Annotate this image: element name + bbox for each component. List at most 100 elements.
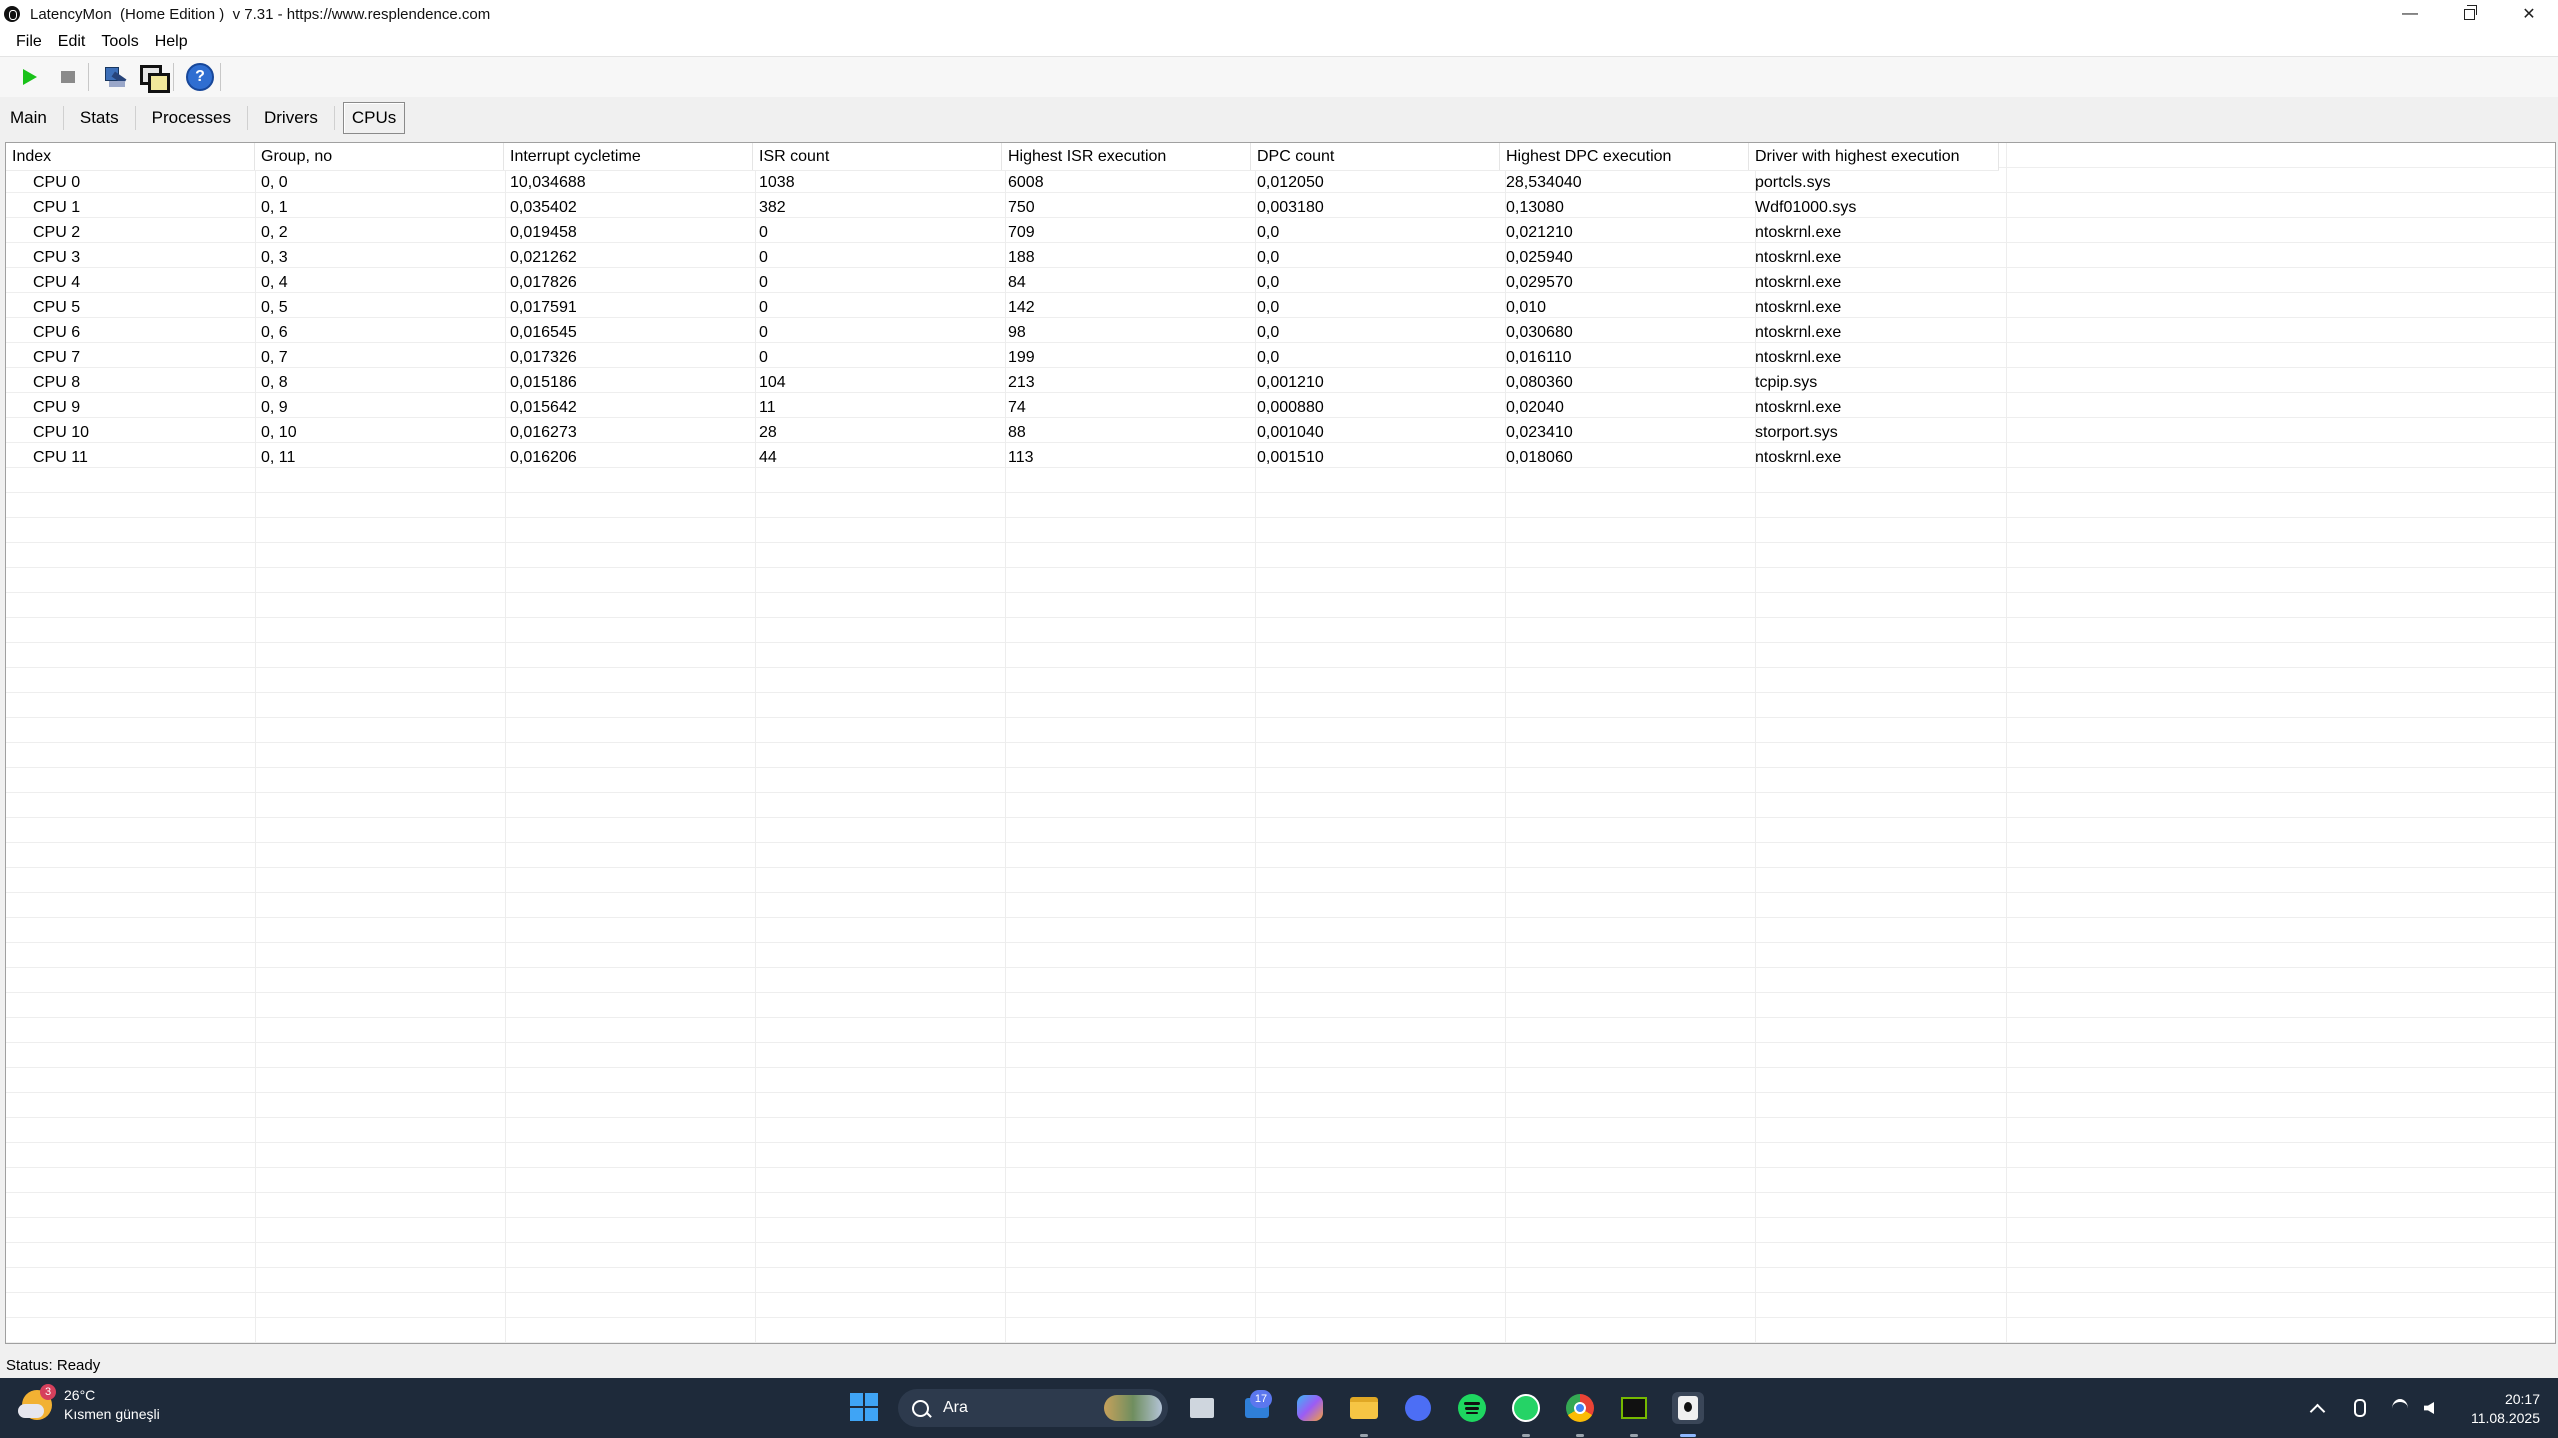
nvidia-button[interactable] bbox=[1618, 1392, 1650, 1424]
copilot-button[interactable] bbox=[1294, 1392, 1326, 1424]
menu-help[interactable]: Help bbox=[151, 33, 192, 51]
running-indicator bbox=[1522, 1434, 1530, 1437]
table-row[interactable]: CPU 11 0, 11 0,016206 44 113 0,001510 0,018060… bbox=[6, 445, 1999, 470]
column-header[interactable]: ISR count bbox=[753, 143, 1002, 170]
table-row[interactable]: CPU 6 0, 6 0,016545 0 98 0,0 0,030680 ntoskrnl.… bbox=[6, 320, 1999, 345]
table-cell: CPU 11 bbox=[33, 449, 88, 466]
table-cell: 0,016545 bbox=[510, 324, 577, 341]
table-cell: 0, 2 bbox=[261, 224, 288, 241]
tab-drivers[interactable]: Drivers bbox=[256, 103, 326, 133]
nvidia-icon bbox=[1621, 1397, 1647, 1419]
menu-tools[interactable]: Tools bbox=[97, 33, 142, 51]
table-cell: 0, 9 bbox=[261, 399, 288, 416]
column-header[interactable]: Group, no bbox=[255, 143, 504, 170]
table-cell: ntoskrnl.exe bbox=[1755, 224, 1842, 241]
table-cell: Wdf01000.sys bbox=[1755, 199, 1857, 216]
spotify-button[interactable] bbox=[1456, 1392, 1488, 1424]
help-button[interactable]: ? bbox=[184, 61, 216, 93]
table-row[interactable]: CPU 1 0, 1 0,035402 382 750 0,003180 0,13080 Wd… bbox=[6, 195, 1999, 220]
start-button[interactable] bbox=[849, 1392, 881, 1424]
table-cell: 0,001510 bbox=[1257, 449, 1324, 466]
table-cell: 28,534040 bbox=[1506, 174, 1582, 191]
toolbar-separator bbox=[173, 63, 174, 91]
table-cell: 0,021262 bbox=[510, 249, 577, 266]
table-cell: CPU 5 bbox=[33, 299, 81, 316]
table-cell: 0,0 bbox=[1257, 299, 1280, 316]
latencymon-icon bbox=[1678, 1396, 1698, 1420]
windows-button[interactable] bbox=[137, 61, 170, 93]
whatsapp-button[interactable] bbox=[1510, 1392, 1542, 1424]
table-cell: 0,016206 bbox=[510, 449, 577, 466]
cpu-table[interactable]: Index Group, no Interrupt cycletime ISR cou… bbox=[5, 142, 2556, 1344]
chevron-up-icon bbox=[2309, 1403, 2326, 1419]
table-cell: 88 bbox=[1008, 424, 1026, 441]
menu-bar: File Edit Tools Help bbox=[0, 28, 2558, 57]
tab-stats[interactable]: Stats bbox=[72, 103, 127, 133]
column-header[interactable]: DPC count bbox=[1251, 143, 1500, 170]
chrome-button[interactable] bbox=[1564, 1392, 1596, 1424]
window-title: LatencyMon (Home Edition ) v 7.31 - http… bbox=[30, 5, 491, 23]
title-bar: LatencyMon (Home Edition ) v 7.31 - http… bbox=[0, 0, 2558, 28]
table-cell: portcls.sys bbox=[1755, 174, 1831, 191]
stop-icon bbox=[61, 71, 75, 83]
status-text: Status: Ready bbox=[6, 1356, 101, 1374]
table-cell: 750 bbox=[1008, 199, 1035, 216]
task-view-button[interactable] bbox=[1186, 1392, 1218, 1424]
whatsapp-icon bbox=[1512, 1394, 1540, 1422]
clock-date: 11.08.2025 bbox=[2470, 1410, 2540, 1426]
table-cell: ntoskrnl.exe bbox=[1755, 324, 1842, 341]
spotify-icon bbox=[1458, 1394, 1486, 1422]
table-row[interactable]: CPU 0 0, 0 10,034688 1038 6008 0,012050 28,534… bbox=[6, 170, 1999, 195]
start-button[interactable] bbox=[14, 61, 46, 93]
table-row[interactable]: CPU 3 0, 3 0,021262 0 188 0,0 0,025940 ntoskrnl… bbox=[6, 245, 1999, 270]
microphone-button[interactable] bbox=[2354, 1378, 2366, 1438]
column-header[interactable]: Highest ISR execution bbox=[1002, 143, 1251, 170]
table-cell: 0, 5 bbox=[261, 299, 288, 316]
network-button[interactable] bbox=[2392, 1378, 2408, 1438]
play-icon bbox=[23, 69, 37, 85]
table-cell: 0,030680 bbox=[1506, 324, 1573, 341]
table-row[interactable]: CPU 7 0, 7 0,017326 0 199 0,0 0,016110 ntoskrnl… bbox=[6, 345, 1999, 370]
search-placeholder: Ara bbox=[943, 1399, 968, 1416]
column-header[interactable]: Highest DPC execution bbox=[1500, 143, 1749, 170]
weather-widget[interactable]: 3 26°C Kısmen güneşli bbox=[18, 1384, 160, 1424]
table-cell: CPU 8 bbox=[33, 374, 81, 391]
column-header[interactable]: Index bbox=[6, 143, 255, 170]
taskbar-search[interactable]: Ara bbox=[898, 1389, 1168, 1427]
table-cell: 0,02040 bbox=[1506, 399, 1564, 416]
menu-edit[interactable]: Edit bbox=[54, 33, 90, 51]
help-icon: ? bbox=[186, 63, 214, 91]
file-explorer-button[interactable] bbox=[1348, 1392, 1380, 1424]
stop-button[interactable] bbox=[52, 61, 84, 93]
taskbar-clock[interactable]: 20:17 11.08.2025 bbox=[2471, 1390, 2540, 1428]
close-button[interactable]: ✕ bbox=[2500, 0, 2558, 28]
show-hidden-icons-button[interactable] bbox=[2309, 1378, 2326, 1438]
latencymon-taskbar-button[interactable] bbox=[1672, 1392, 1704, 1424]
tab-strip: Main Stats Processes Drivers CPUs bbox=[0, 100, 2558, 136]
table-row[interactable]: CPU 9 0, 9 0,015642 11 74 0,000880 0,02040 ntos… bbox=[6, 395, 1999, 420]
select-target-icon bbox=[103, 65, 127, 89]
tab-cpus[interactable]: CPUs bbox=[342, 102, 406, 134]
menu-file[interactable]: File bbox=[12, 33, 46, 51]
table-row[interactable]: CPU 10 0, 10 0,016273 28 88 0,001040 0,023410 s… bbox=[6, 420, 1999, 445]
tab-processes[interactable]: Processes bbox=[144, 103, 239, 133]
restore-button[interactable] bbox=[2440, 0, 2498, 28]
table-row[interactable]: CPU 2 0, 2 0,019458 0 709 0,0 0,021210 ntoskrnl… bbox=[6, 220, 1999, 245]
tab-main[interactable]: Main bbox=[2, 103, 55, 133]
table-cell: CPU 0 bbox=[33, 174, 81, 191]
table-cell: 11 bbox=[759, 399, 776, 416]
table-row[interactable]: CPU 4 0, 4 0,017826 0 84 0,0 0,029570 ntoskrnl.… bbox=[6, 270, 1999, 295]
table-cell: 0 bbox=[759, 249, 768, 266]
column-header[interactable]: Interrupt cycletime bbox=[504, 143, 753, 170]
table-row[interactable]: CPU 5 0, 5 0,017591 0 142 0,0 0,010 ntoskrnl.ex… bbox=[6, 295, 1999, 320]
select-target-button[interactable] bbox=[99, 61, 131, 93]
minimize-button[interactable]: — bbox=[2381, 0, 2439, 28]
app-button[interactable] bbox=[1402, 1392, 1434, 1424]
table-cell: CPU 9 bbox=[33, 399, 81, 416]
table-cell: 0,017591 bbox=[510, 299, 577, 316]
table-cell: 0, 1 bbox=[261, 199, 288, 216]
table-cell: 98 bbox=[1008, 324, 1026, 341]
table-row[interactable]: CPU 8 0, 8 0,015186 104 213 0,001210 0,080360 t… bbox=[6, 370, 1999, 395]
column-header[interactable]: Driver with highest execution bbox=[1749, 143, 1999, 170]
volume-button[interactable] bbox=[2424, 1378, 2434, 1438]
